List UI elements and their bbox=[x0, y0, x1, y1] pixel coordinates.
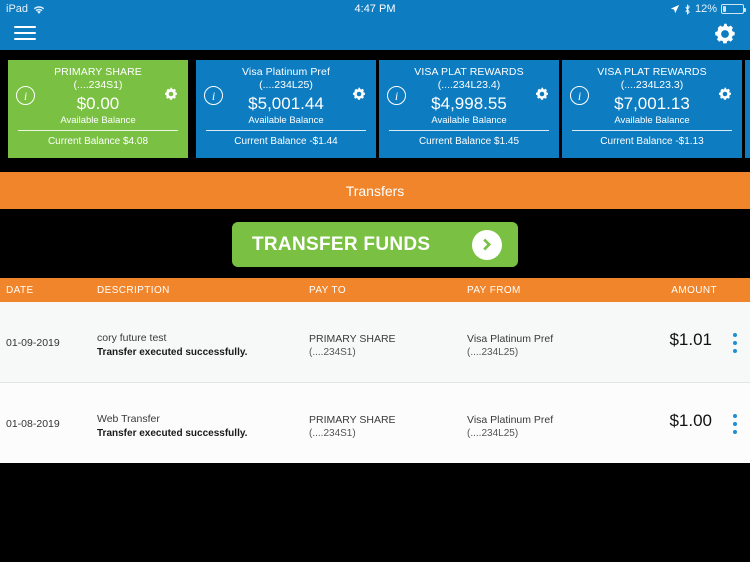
cell-pay-from: Visa Platinum Pref (....234L25) bbox=[467, 413, 553, 440]
cell-date: 01-09-2019 bbox=[6, 337, 60, 349]
pay-from-name: Visa Platinum Pref bbox=[467, 333, 554, 345]
account-card-body: PRIMARY SHARE (....234S1) $0.00 Availabl… bbox=[12, 66, 184, 127]
cell-amount: $1.00 bbox=[669, 411, 712, 430]
gear-icon[interactable] bbox=[712, 21, 738, 47]
available-balance-label: Available Balance bbox=[431, 115, 507, 126]
hamburger-menu-icon[interactable] bbox=[14, 24, 36, 42]
column-header-pay-to: PAY TO bbox=[309, 285, 347, 296]
cell-pay-from: Visa Platinum Pref (....234L25) bbox=[467, 332, 553, 359]
gear-icon[interactable] bbox=[163, 86, 179, 102]
gear-icon[interactable] bbox=[351, 86, 367, 102]
current-balance-label: Current Balance $1.45 bbox=[418, 136, 520, 147]
cell-amount: $1.01 bbox=[669, 330, 712, 349]
account-number: (....234S1) bbox=[73, 79, 123, 91]
current-balance-label: Current Balance $4.08 bbox=[47, 136, 149, 147]
account-number: (....234L23.3) bbox=[620, 79, 684, 91]
cell-date: 01-08-2019 bbox=[6, 418, 60, 430]
available-balance-amount: $5,001.44 bbox=[248, 94, 324, 113]
bluetooth-icon bbox=[684, 3, 691, 15]
pay-to-name: PRIMARY SHARE bbox=[309, 414, 396, 426]
battery-percent-label: 12% bbox=[694, 3, 717, 15]
account-name: PRIMARY SHARE bbox=[54, 66, 142, 78]
chevron-right-icon bbox=[472, 229, 502, 260]
available-balance-label: Available Balance bbox=[60, 115, 136, 126]
transfer-funds-button[interactable]: TRANSFER FUNDS bbox=[232, 222, 518, 267]
pay-from-account: (....234L25) bbox=[467, 428, 519, 439]
transactions-table-header: DATE DESCRIPTION PAY TO PAY FROM AMOUNT bbox=[0, 278, 750, 302]
account-number: (....234L23.4) bbox=[437, 79, 501, 91]
info-icon[interactable]: i bbox=[204, 86, 223, 105]
cell-description: cory future test Transfer executed succe… bbox=[97, 331, 247, 360]
account-card-body: VISA PLAT REWARDS (....234L23.4) $4,998.… bbox=[383, 66, 555, 127]
transaction-status: Transfer executed successfully. bbox=[97, 428, 248, 439]
available-balance-label: Available Balance bbox=[248, 115, 324, 126]
transaction-description: Web Transfer bbox=[97, 413, 160, 425]
kebab-menu-icon[interactable] bbox=[727, 412, 743, 436]
info-icon[interactable]: i bbox=[387, 86, 406, 105]
card-divider bbox=[206, 130, 366, 131]
kebab-menu-icon[interactable] bbox=[727, 331, 743, 355]
cell-description: Web Transfer Transfer executed successfu… bbox=[97, 412, 247, 441]
transaction-description: cory future test bbox=[97, 332, 167, 344]
page-title-label: Transfers bbox=[345, 182, 405, 199]
account-name: Visa Platinum Pref bbox=[242, 66, 330, 78]
account-card-body: Visa Platinum Pref (....234L25) $5,001.4… bbox=[200, 66, 372, 127]
account-name: VISA PLAT REWARDS bbox=[414, 66, 524, 78]
status-bar-time: 4:47 PM bbox=[354, 3, 396, 15]
gear-icon[interactable] bbox=[534, 86, 550, 102]
account-number: (....234L25) bbox=[259, 79, 313, 91]
current-balance-label: Current Balance -$1.13 bbox=[600, 136, 704, 147]
card-divider bbox=[18, 130, 178, 131]
account-card[interactable]: i VISA PLAT REWARDS (....234L23.4) $4,99… bbox=[379, 60, 559, 158]
location-arrow-icon bbox=[670, 4, 680, 14]
table-row[interactable]: 01-09-2019 cory future test Transfer exe… bbox=[0, 302, 750, 382]
transactions-table-body: 01-09-2019 cory future test Transfer exe… bbox=[0, 302, 750, 463]
available-balance-amount: $0.00 bbox=[76, 94, 120, 113]
info-icon[interactable]: i bbox=[16, 86, 35, 105]
pay-from-account: (....234L25) bbox=[467, 347, 519, 358]
page-title: Transfers bbox=[0, 172, 750, 209]
account-cards-carousel[interactable]: i PRIMARY SHARE (....234S1) $0.00 Availa… bbox=[0, 50, 750, 168]
table-row[interactable]: 01-08-2019 Web Transfer Transfer execute… bbox=[0, 383, 750, 463]
pay-from-name: Visa Platinum Pref bbox=[467, 414, 554, 426]
app-root: iPad 4:47 PM 12% i PRIMARY SHARE (....23… bbox=[0, 0, 750, 562]
cell-pay-to: PRIMARY SHARE (....234S1) bbox=[309, 332, 396, 359]
pay-to-account: (....234S1) bbox=[309, 347, 356, 358]
card-divider bbox=[389, 130, 549, 131]
account-card-partial[interactable] bbox=[745, 60, 750, 158]
page-background-fill bbox=[0, 463, 750, 562]
column-header-pay-from: PAY FROM bbox=[467, 285, 521, 296]
transaction-status: Transfer executed successfully. bbox=[97, 347, 248, 358]
column-header-amount: AMOUNT bbox=[671, 285, 717, 296]
action-area: TRANSFER FUNDS bbox=[0, 209, 750, 278]
account-card[interactable]: i Visa Platinum Pref (....234L25) $5,001… bbox=[196, 60, 376, 158]
navigation-bar bbox=[0, 18, 750, 50]
account-name: VISA PLAT REWARDS bbox=[597, 66, 707, 78]
pay-to-name: PRIMARY SHARE bbox=[309, 333, 396, 345]
gear-icon[interactable] bbox=[717, 86, 733, 102]
current-balance-label: Current Balance -$1.44 bbox=[234, 136, 338, 147]
available-balance-amount: $4,998.55 bbox=[431, 94, 507, 113]
available-balance-label: Available Balance bbox=[614, 115, 690, 126]
cell-pay-to: PRIMARY SHARE (....234S1) bbox=[309, 413, 396, 440]
column-header-date: DATE bbox=[6, 285, 34, 296]
info-icon[interactable]: i bbox=[570, 86, 589, 105]
account-card[interactable]: i PRIMARY SHARE (....234S1) $0.00 Availa… bbox=[8, 60, 188, 158]
available-balance-amount: $7,001.13 bbox=[614, 94, 690, 113]
ios-status-bar: iPad 4:47 PM 12% bbox=[0, 0, 750, 18]
account-card[interactable]: i VISA PLAT REWARDS (....234L23.3) $7,00… bbox=[562, 60, 742, 158]
pay-to-account: (....234S1) bbox=[309, 428, 356, 439]
account-card-body: VISA PLAT REWARDS (....234L23.3) $7,001.… bbox=[566, 66, 738, 127]
transfer-funds-label: TRANSFER FUNDS bbox=[252, 233, 431, 255]
column-header-description: DESCRIPTION bbox=[97, 285, 170, 296]
card-divider bbox=[572, 130, 732, 131]
battery-icon bbox=[721, 4, 746, 14]
status-bar-right: 12% bbox=[670, 3, 746, 15]
